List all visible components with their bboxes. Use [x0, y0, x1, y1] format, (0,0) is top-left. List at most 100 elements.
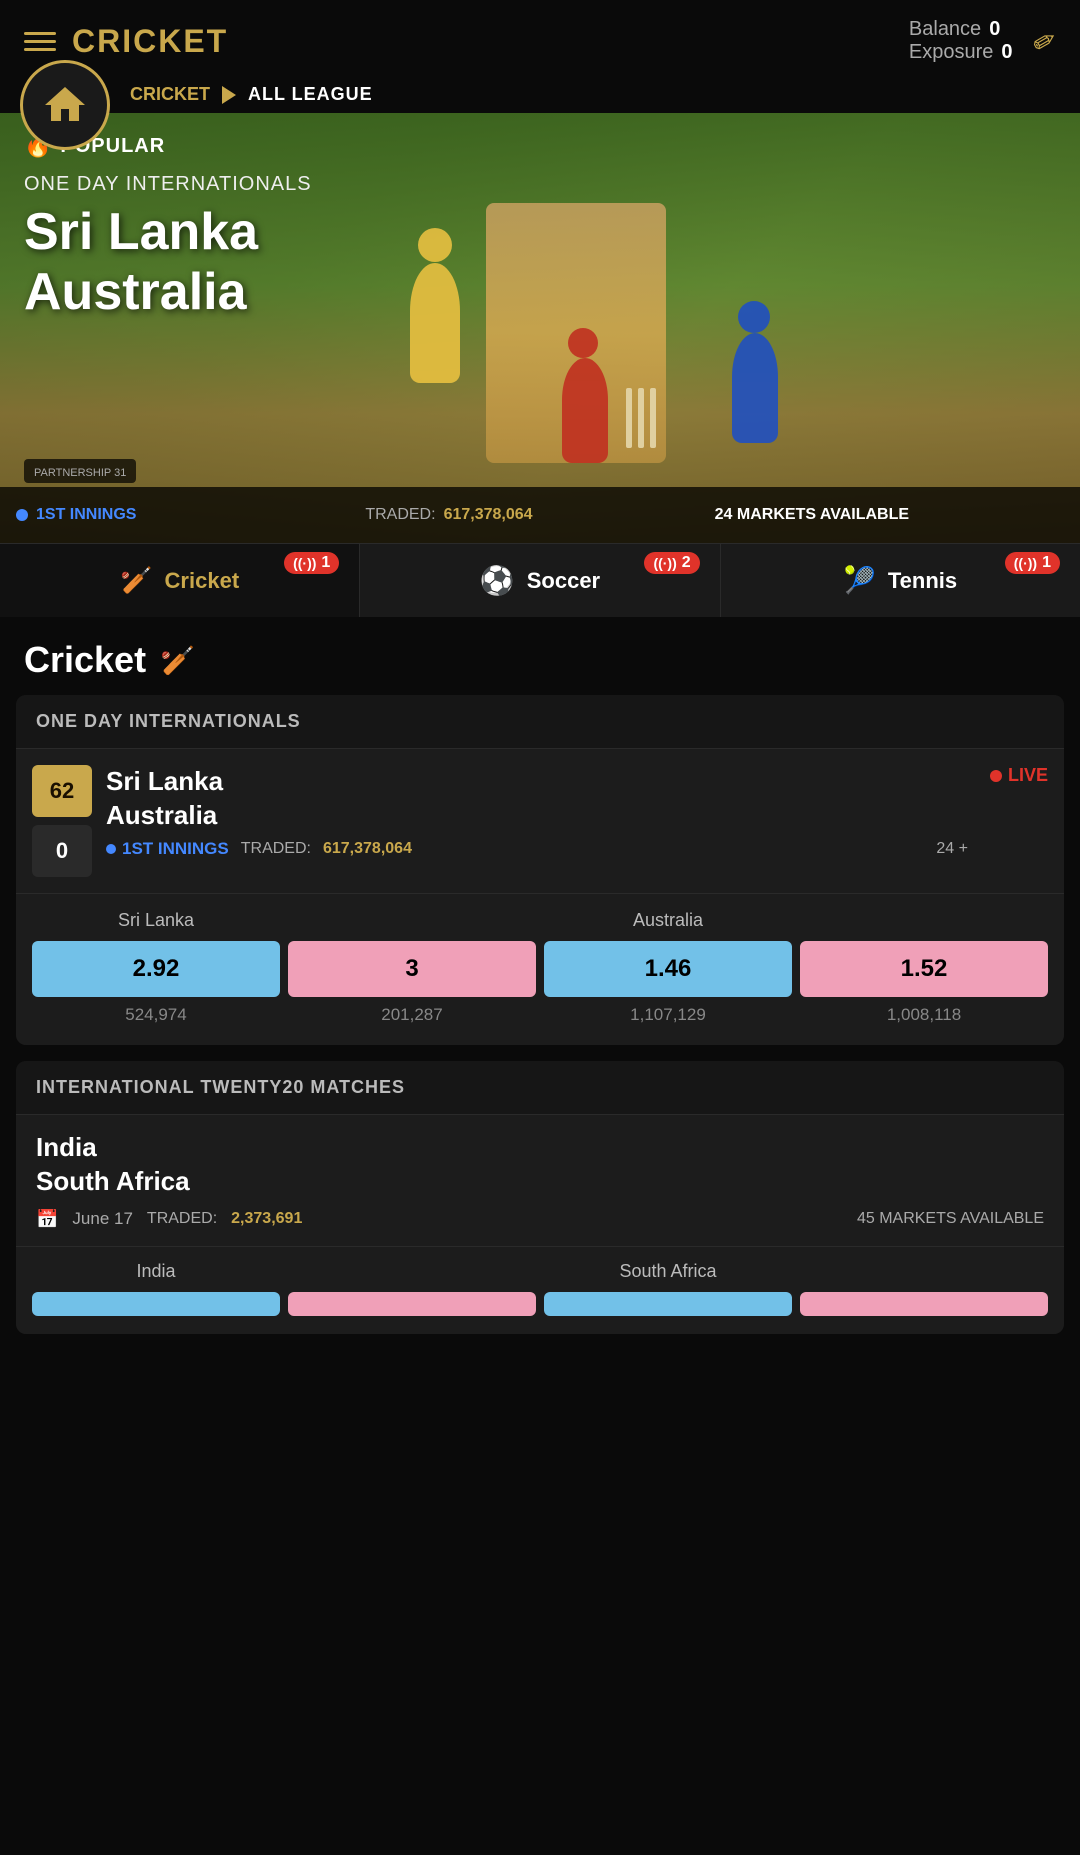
soccer-tab-label: Soccer: [527, 568, 600, 594]
live-text: LIVE: [1008, 765, 1048, 786]
upcoming-odds-row: India South Africa: [16, 1246, 1064, 1334]
odds-row-srilanka-australia: Sri Lanka Australia 2.92 3 1.46 1.52 524…: [16, 893, 1064, 1045]
sport-tab-tennis[interactable]: ((·)) 1 🎾 Tennis: [721, 544, 1080, 617]
edit-icon-button[interactable]: ✏: [1026, 21, 1063, 61]
tennis-tab-label: Tennis: [888, 568, 957, 594]
upcoming-traded-value: 2,373,691: [231, 1210, 302, 1228]
bottom-teams-labels: India South Africa: [32, 1261, 1048, 1282]
hero-team2: Australia: [24, 263, 247, 321]
exposure-row: Exposure 0: [909, 41, 1013, 64]
hero-traded-value: 617,378,064: [444, 506, 533, 524]
sport-tab-cricket[interactable]: ((·)) 1 🏏 Cricket: [0, 544, 360, 617]
upcoming-teams: India South Africa: [36, 1131, 1044, 1199]
hero-banner[interactable]: 🔥 POPULAR ONE DAY INTERNATIONALS Sri Lan…: [0, 113, 1080, 543]
traded-label: TRADED:: [241, 840, 311, 858]
srilanka-back-button[interactable]: 2.92: [32, 941, 280, 997]
srilanka-back-vol: 524,974: [32, 1005, 280, 1025]
live-red-dot-icon: [990, 770, 1002, 782]
traded-value: 617,378,064: [323, 840, 412, 858]
player-yellow: [410, 263, 460, 383]
odds-team-label-australia: Australia: [544, 910, 792, 931]
southafrica-lay-button[interactable]: [800, 1292, 1048, 1316]
tennis-live-count: 1: [1042, 554, 1051, 572]
innings-dot-icon: [16, 509, 28, 521]
odds-team-label-empty: [288, 910, 536, 931]
header-left: CRICKET: [24, 23, 228, 60]
southafrica-team: South Africa: [36, 1166, 190, 1196]
india-back-button[interactable]: [32, 1292, 280, 1316]
player-red: [562, 358, 608, 463]
match-num-bot: 0: [32, 825, 92, 877]
cricket-icon: 🏏: [120, 565, 152, 596]
australia-back-button[interactable]: 1.46: [544, 941, 792, 997]
bottom-team-label-india: India: [32, 1261, 280, 1282]
breadcrumb: CRICKET ALL LEAGUE: [0, 76, 1080, 113]
odds-volumes: 524,974 201,287 1,107,129 1,008,118: [32, 1005, 1048, 1025]
exposure-value: 0: [1001, 41, 1012, 64]
hero-innings-label: 1ST INNINGS: [36, 506, 136, 524]
hamburger-menu-button[interactable]: [24, 32, 56, 51]
tennis-live-dot: ((·)): [1014, 555, 1037, 571]
cricket-tab-label: Cricket: [165, 568, 240, 594]
upcoming-meta: 📅 June 17 TRADED: 2,373,691 45 MARKETS A…: [36, 1209, 1044, 1230]
header: CRICKET Balance 0 Exposure 0 ✏: [0, 0, 1080, 76]
hero-innings-section: 1ST INNINGS: [16, 506, 365, 524]
india-lay-button[interactable]: [288, 1292, 536, 1316]
breadcrumb-cricket[interactable]: CRICKET: [130, 84, 210, 105]
bottom-team-label-empty2: [800, 1261, 1048, 1282]
home-button[interactable]: [20, 60, 110, 150]
tennis-icon: 🎾: [844, 565, 876, 596]
tennis-live-badge: ((·)) 1: [1005, 552, 1060, 574]
hero-markets-label: 24 MARKETS AVAILABLE: [715, 506, 909, 524]
soccer-live-dot: ((·)): [653, 555, 676, 571]
upcoming-markets: 45 MARKETS AVAILABLE: [857, 1210, 1044, 1228]
cricket-live-badge: ((·)) 1: [284, 552, 339, 574]
odi-league-container: ONE DAY INTERNATIONALS 62 0 Sri Lanka Au…: [16, 695, 1064, 1045]
match-number-col: 62 0: [32, 765, 92, 877]
t20-league-container: INTERNATIONAL TWENTY20 MATCHES India Sou…: [16, 1061, 1064, 1334]
srilanka-lay-vol: 201,287: [288, 1005, 536, 1025]
stumps: [626, 388, 656, 448]
markets-count: 24 +: [936, 840, 976, 858]
t20-league-header: INTERNATIONAL TWENTY20 MATCHES: [16, 1061, 1064, 1114]
match-team1: Sri Lanka: [106, 766, 223, 796]
balance-exposure-info: Balance 0 Exposure 0: [909, 18, 1013, 64]
bottom-team-label-southafrica: South Africa: [544, 1261, 792, 1282]
soccer-icon: ⚽: [480, 564, 515, 597]
exposure-label: Exposure: [909, 41, 994, 64]
srilanka-lay-button[interactable]: 3: [288, 941, 536, 997]
balance-label: Balance: [909, 18, 981, 41]
match-info: Sri Lanka Australia 1ST INNINGS TRADED: …: [106, 765, 976, 859]
hero-bottom-bar: 1ST INNINGS TRADED: 617,378,064 24 MARKE…: [0, 487, 1080, 543]
cricket-section-icon: 🏏: [160, 644, 195, 677]
player-blue: [732, 333, 778, 443]
balance-value: 0: [989, 18, 1000, 41]
breadcrumb-all-league[interactable]: ALL LEAGUE: [248, 84, 373, 105]
india-team: India: [36, 1132, 97, 1162]
hero-subtitle: ONE DAY INTERNATIONALS: [24, 173, 312, 196]
match-row-srilanka-australia[interactable]: 62 0 Sri Lanka Australia 1ST INNINGS TRA…: [16, 748, 1064, 893]
sport-tab-soccer[interactable]: ((·)) 2 ⚽ Soccer: [360, 544, 720, 617]
upcoming-traded-label: TRADED:: [147, 1210, 217, 1228]
match-teams: Sri Lanka Australia: [106, 765, 976, 833]
hero-markets-section: 24 MARKETS AVAILABLE: [715, 506, 1064, 524]
match-row-india-southafrica[interactable]: India South Africa 📅 June 17 TRADED: 2,3…: [16, 1114, 1064, 1246]
australia-lay-vol: 1,008,118: [800, 1005, 1048, 1025]
cricket-section-header: Cricket 🏏: [0, 617, 1080, 695]
balance-row: Balance 0: [909, 18, 1013, 41]
innings-indicator: 1ST INNINGS: [106, 839, 229, 859]
soccer-live-count: 2: [682, 554, 691, 572]
soccer-live-badge: ((·)) 2: [644, 552, 699, 574]
hero-traded-section: TRADED: 617,378,064: [365, 506, 714, 524]
australia-lay-button[interactable]: 1.52: [800, 941, 1048, 997]
innings-dot-icon: [106, 844, 116, 854]
odds-teams-labels: Sri Lanka Australia: [32, 910, 1048, 931]
innings-text: 1ST INNINGS: [122, 839, 229, 859]
match-team2: Australia: [106, 800, 217, 830]
australia-back-vol: 1,107,129: [544, 1005, 792, 1025]
odi-league-header: ONE DAY INTERNATIONALS: [16, 695, 1064, 748]
page-title: CRICKET: [72, 23, 228, 60]
cricket-live-dot: ((·)): [293, 555, 316, 571]
live-indicator: LIVE: [990, 765, 1048, 786]
southafrica-back-button[interactable]: [544, 1292, 792, 1316]
